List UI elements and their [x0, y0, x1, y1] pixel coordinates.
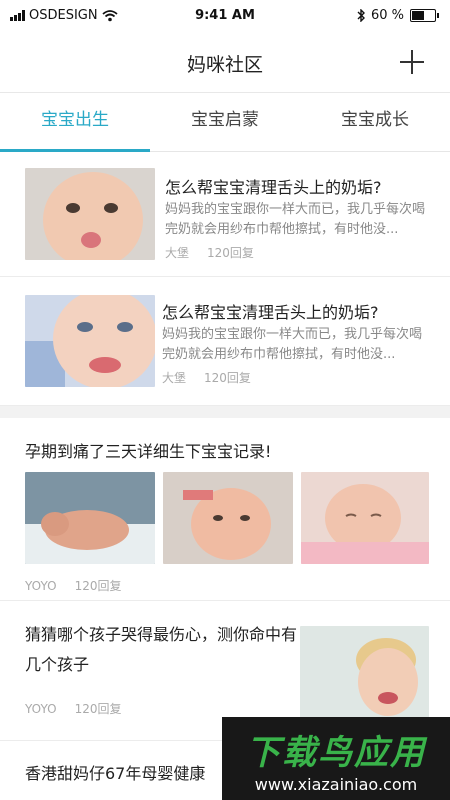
post-title: 孕期到痛了三天详细生下宝宝记录!	[25, 442, 272, 461]
post-meta: YOYO 120回复	[25, 700, 140, 717]
battery-icon	[410, 9, 439, 22]
post-excerpt: 妈妈我的宝宝跟你一样大而已，我几乎每次喝完奶就会用纱布巾帮他擦拭，有时他没...	[162, 327, 423, 362]
divider	[0, 600, 450, 601]
post-meta: 大堡 120回复	[165, 244, 272, 261]
list-item[interactable]: 怎么帮宝宝清理舌头上的奶垢? 妈妈我的宝宝跟你一样大而已，我几乎每次喝完奶就会用…	[0, 152, 450, 277]
watermark-logo: 下载鸟应用	[246, 733, 426, 773]
nav-bar: 妈咪社区	[0, 32, 450, 92]
bluetooth-icon	[357, 9, 365, 22]
watermark: 下载鸟应用 www.xiazainiao.com	[222, 717, 450, 800]
post-author: 大堡	[162, 371, 187, 385]
post-title: 猜猜哪个孩子哭得最伤心，测你命中有几个孩子	[25, 625, 298, 674]
reply-count: 120回复	[74, 702, 122, 716]
page-title: 妈咪社区	[186, 54, 263, 76]
tab-bar: 宝宝出生 宝宝启蒙 宝宝成长	[0, 92, 450, 152]
list-item[interactable]: 怎么帮宝宝清理舌头上的奶垢? 妈妈我的宝宝跟你一样大而已，我几乎每次喝完奶就会用…	[0, 277, 450, 406]
post-author: YOYO	[25, 579, 57, 593]
tab-baby-growth[interactable]: 宝宝成长	[300, 93, 450, 151]
battery-percent: 60 %	[370, 8, 404, 23]
reply-count: 120回复	[204, 371, 251, 385]
reply-count: 120回复	[207, 246, 254, 260]
plus-icon[interactable]	[400, 50, 424, 74]
post-thumbnail	[25, 168, 155, 260]
battery-fill	[412, 11, 424, 20]
post-title: 怎么帮宝宝清理舌头上的奶垢?	[165, 178, 382, 197]
reply-count: 120回复	[74, 579, 122, 593]
post-image	[163, 472, 293, 564]
post-title: 香港甜妈仔67年母婴健康	[25, 764, 206, 783]
post-image	[25, 472, 155, 564]
post-thumbnail	[300, 626, 429, 721]
post-author: YOYO	[25, 702, 57, 716]
status-right: 60 %	[357, 8, 439, 23]
tab-baby-enlightenment[interactable]: 宝宝启蒙	[150, 93, 300, 151]
watermark-url: www.xiazainiao.com	[254, 775, 418, 794]
tab-baby-birth[interactable]: 宝宝出生	[0, 93, 150, 151]
post-author: 大堡	[165, 246, 190, 260]
post-excerpt: 妈妈我的宝宝跟你一样大而已，我几乎每次喝完奶就会用纱布巾帮他擦拭，有时他没...	[165, 202, 426, 237]
status-bar: OSDESIGN 9:41 AM 60 %	[0, 0, 450, 32]
post-meta: YOYO 120回复	[25, 577, 140, 594]
post-meta: 大堡 120回复	[162, 369, 269, 386]
post-image	[301, 472, 429, 564]
section-divider	[0, 406, 450, 418]
post-thumbnail	[25, 295, 155, 387]
post-title: 怎么帮宝宝清理舌头上的奶垢?	[162, 303, 379, 322]
